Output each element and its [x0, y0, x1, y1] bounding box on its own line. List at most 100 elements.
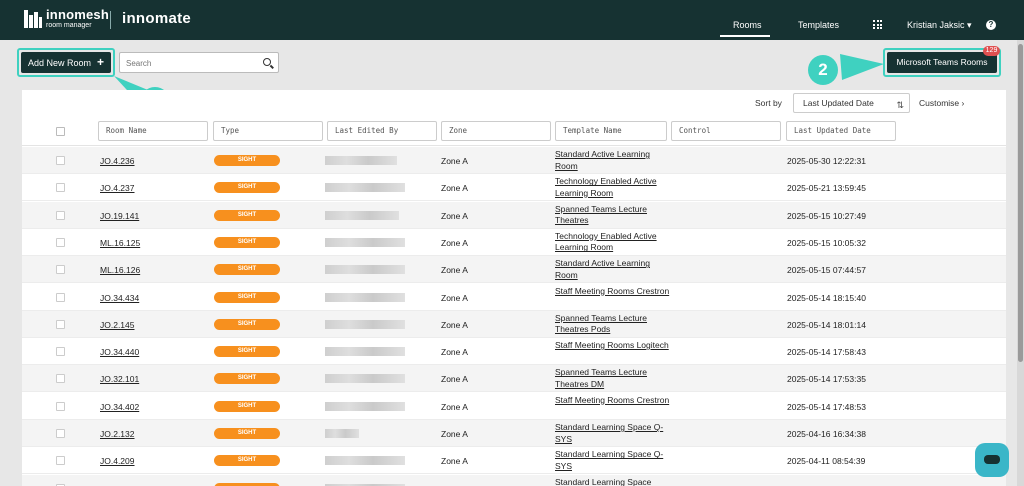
last-updated-cell: 2025-05-14 18:15:40 [787, 292, 866, 303]
last-updated-cell: 2025-05-21 13:59:45 [787, 183, 866, 194]
last-updated-cell: 2025-05-14 17:58:43 [787, 347, 866, 358]
search-icon[interactable] [263, 58, 271, 66]
nav-rooms[interactable]: Rooms [733, 20, 762, 30]
template-name-link[interactable]: Standard Learning Space [555, 477, 673, 486]
row-checkbox[interactable] [56, 374, 65, 384]
template-name-link[interactable]: Spanned Teams Lecture Theatres Pods [555, 313, 673, 336]
microsoft-teams-rooms-button[interactable]: Microsoft Teams Rooms [887, 52, 997, 73]
add-new-room-label: Add New Room [27, 58, 91, 68]
chat-icon [984, 455, 1000, 464]
zone-cell: Zone A [441, 456, 468, 467]
user-menu[interactable]: Kristian Jaksic ▾ [907, 20, 972, 31]
room-name-link[interactable]: JO.2.145 [100, 320, 135, 330]
table-row[interactable]: Standard Learning Space [22, 474, 1006, 486]
table-row[interactable]: JO.34.434 SIGHT Zone A Staff Meeting Rooms … [22, 284, 1006, 311]
table-row[interactable]: JO.2.132 SIGHT Zone A Standard Learning Spa… [22, 420, 1006, 447]
brand-subtitle: room manager [46, 22, 92, 29]
template-name-link[interactable]: Spanned Teams Lecture Theatres [555, 204, 673, 227]
row-checkbox[interactable] [56, 347, 65, 357]
template-name-link[interactable]: Standard Active Learning Room [555, 258, 673, 281]
template-name-link[interactable]: Technology Enabled Active Learning Room [555, 176, 673, 199]
type-badge: SIGHT [214, 400, 280, 412]
select-all-checkbox[interactable] [56, 127, 65, 136]
table-row[interactable]: JO.2.145 SIGHT Zone A Spanned Teams Lecture… [22, 310, 1006, 338]
rooms-table-panel: Sort by Last Updated Date ⇅ Customise › … [22, 90, 1006, 486]
zone-cell: Zone A [441, 374, 468, 385]
table-row[interactable]: JO.34.440 SIGHT Zone A Staff Meeting Rooms … [22, 338, 1006, 366]
filter-last-updated-date[interactable]: Last Updated Date [786, 121, 896, 141]
filter-zone[interactable]: Zone [441, 121, 551, 141]
type-badge: SIGHT [214, 182, 280, 194]
filter-template-name[interactable]: Template Name [555, 121, 667, 141]
last-updated-cell: 2025-05-15 10:27:49 [787, 210, 866, 221]
filter-control[interactable]: Control [671, 121, 781, 141]
room-name-link[interactable]: ML.16.126 [100, 265, 140, 275]
sort-by-select[interactable]: Last Updated Date ⇅ [793, 93, 910, 113]
template-name-link[interactable]: Standard Learning Space Q-SYS [555, 422, 673, 445]
room-name-link[interactable]: JO.32.101 [100, 374, 139, 384]
chat-support-button[interactable] [975, 443, 1009, 477]
room-name-link[interactable]: JO.2.132 [100, 429, 135, 439]
room-name-link[interactable]: JO.4.236 [100, 156, 135, 166]
table-row[interactable]: JO.4.236 SIGHT Zone A Standard Active Learn… [22, 147, 1006, 174]
type-badge: SIGHT [214, 236, 280, 248]
table-row[interactable]: JO.4.209 SIGHT Zone A Standard Learning Spa… [22, 447, 1006, 475]
row-checkbox[interactable] [56, 265, 65, 275]
search-input[interactable] [126, 54, 256, 73]
row-checkbox[interactable] [56, 237, 65, 247]
template-name-link[interactable]: Staff Meeting Rooms Crestron [555, 395, 673, 407]
table-row[interactable]: JO.4.237 SIGHT Zone A Technology Enabled Ac… [22, 174, 1006, 202]
redacted-editor [325, 265, 405, 275]
sort-direction-icon[interactable]: ⇅ [896, 96, 904, 114]
zone-cell: Zone A [441, 319, 468, 330]
filter-type[interactable]: Type [213, 121, 323, 141]
redacted-editor [325, 156, 397, 165]
row-checkbox[interactable] [56, 156, 65, 165]
redacted-editor [325, 374, 405, 384]
table-row[interactable]: JO.19.141 SIGHT Zone A Spanned Teams Lectur… [22, 201, 1006, 229]
type-badge: SIGHT [214, 155, 280, 166]
table-row[interactable]: JO.34.402 SIGHT Zone A Staff Meeting Rooms … [22, 393, 1006, 420]
teams-count-badge: 129 [983, 46, 1000, 56]
room-name-link[interactable]: ML.16.125 [100, 238, 140, 248]
add-new-room-button[interactable]: Add New Room + [21, 52, 111, 73]
table-row[interactable]: ML.16.125 SIGHT Zone A Technology Enabled A… [22, 229, 1006, 256]
last-updated-cell: 2025-05-14 17:48:53 [787, 401, 866, 412]
room-name-link[interactable]: JO.19.141 [100, 211, 139, 221]
callout-arrow-2 [840, 54, 884, 80]
room-name-link[interactable]: JO.4.237 [100, 183, 135, 193]
last-updated-cell: 2025-05-30 12:22:31 [787, 156, 866, 166]
template-name-link[interactable]: Staff Meeting Rooms Logitech [555, 340, 673, 352]
zone-cell: Zone A [441, 210, 468, 221]
template-name-link[interactable]: Spanned Teams Lecture Theatres DM [555, 367, 673, 390]
room-name-link[interactable]: JO.34.434 [100, 293, 139, 303]
filter-last-edited-by[interactable]: Last Edited By [327, 121, 437, 141]
apps-grid-icon[interactable] [873, 20, 882, 29]
row-checkbox[interactable] [56, 319, 65, 329]
row-checkbox[interactable] [56, 429, 65, 438]
room-name-link[interactable]: JO.4.209 [100, 456, 135, 466]
customise-link[interactable]: Customise › [919, 98, 964, 108]
innomesh-logo-icon [24, 10, 42, 28]
row-checkbox[interactable] [56, 456, 65, 466]
nav-templates[interactable]: Templates [798, 20, 839, 30]
template-name-link[interactable]: Standard Active Learning Room [555, 149, 673, 172]
table-row[interactable]: ML.16.126 SIGHT Zone A Standard Active Lear… [22, 256, 1006, 284]
template-name-link[interactable]: Staff Meeting Rooms Crestron [555, 286, 673, 298]
scrollbar-thumb[interactable] [1018, 44, 1023, 362]
help-icon[interactable]: ? [986, 20, 996, 30]
row-checkbox[interactable] [56, 210, 65, 220]
row-checkbox[interactable] [56, 183, 65, 193]
filter-room-name[interactable]: Room Name [98, 121, 208, 141]
table-row[interactable]: JO.32.101 SIGHT Zone A Spanned Teams Lectur… [22, 365, 1006, 393]
template-name-link[interactable]: Technology Enabled Active Learning Room [555, 231, 673, 254]
room-name-link[interactable]: JO.34.440 [100, 347, 139, 357]
room-name-link[interactable]: JO.34.402 [100, 402, 139, 412]
row-checkbox[interactable] [56, 401, 65, 411]
top-navigation-bar: innomesh room manager innomate Rooms Tem… [0, 0, 1024, 40]
type-badge: SIGHT [214, 209, 280, 221]
template-name-link[interactable]: Standard Learning Space Q-SYS [555, 449, 673, 472]
search-box [119, 52, 279, 73]
row-checkbox[interactable] [56, 292, 65, 302]
type-badge: SIGHT [214, 373, 280, 385]
